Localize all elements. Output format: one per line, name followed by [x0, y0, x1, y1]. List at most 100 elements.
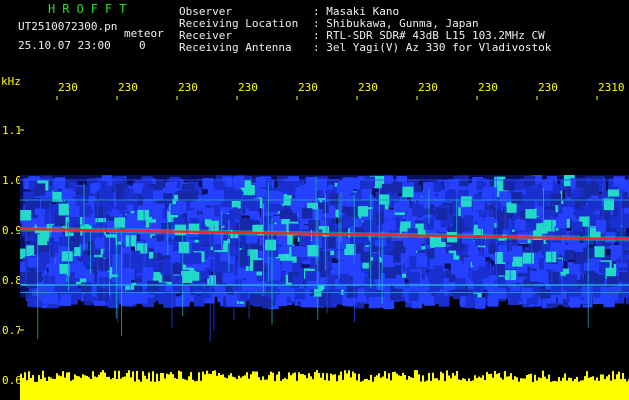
noise-pixel — [175, 296, 187, 307]
noise-pixel — [26, 277, 37, 289]
amplitude-bar — [236, 379, 238, 385]
amplitude-bar — [480, 377, 482, 385]
amplitude-bar — [510, 373, 512, 385]
meteor-streak — [83, 183, 85, 252]
meteor-streak — [509, 217, 511, 289]
noise-pixel — [269, 269, 281, 281]
amplitude-bar — [216, 375, 218, 385]
noise-pixel — [307, 245, 319, 257]
noise-pixel — [176, 201, 187, 213]
amplitude-bar — [368, 380, 370, 385]
noise-pixel — [436, 208, 448, 220]
y-tick-label: 0.8 — [2, 274, 22, 287]
amplitude-bar — [150, 381, 152, 385]
noise-pixel — [58, 236, 70, 247]
amplitude-bar — [78, 376, 80, 385]
noise-pixel — [152, 190, 164, 201]
amplitude-bar — [92, 371, 94, 385]
noise-pixel — [570, 263, 581, 275]
amplitude-bar — [312, 379, 314, 385]
amplitude-bar — [626, 381, 628, 385]
meteor-streak — [456, 198, 458, 240]
noise-pixel — [304, 187, 316, 199]
meteor-streak — [543, 187, 544, 229]
meteor-streak — [233, 234, 235, 321]
amplitude-bar — [346, 373, 348, 385]
noise-pixel — [246, 270, 257, 282]
amplitude-bar — [560, 380, 562, 385]
noise-pixel — [571, 221, 583, 232]
amplitude-bar — [176, 378, 178, 385]
amplitude-bar — [528, 374, 530, 385]
noise-pixel — [226, 296, 237, 307]
noise-pixel — [147, 280, 159, 292]
noise-pixel — [142, 186, 153, 198]
noise-pixel — [556, 217, 567, 229]
amplitude-bar — [430, 380, 432, 385]
noise-pixel — [391, 182, 403, 194]
amplitude-bar — [128, 370, 130, 385]
noise-pixel — [564, 250, 575, 260]
amplitude-bar — [120, 378, 122, 385]
noise-pixel — [583, 247, 595, 258]
noise-pixel — [514, 219, 526, 231]
noise-pixel — [475, 297, 486, 309]
noise-pixel — [458, 175, 469, 187]
noise-pixel — [363, 220, 374, 231]
amplitude-bar — [280, 380, 282, 385]
noise-pixel — [239, 255, 251, 267]
antenna-value: : 3el Yagi(V) Az 330 for Vladivostok — [313, 41, 552, 54]
amplitude-bar — [374, 376, 376, 385]
amplitude-bar — [498, 373, 500, 385]
amplitude-bar — [84, 375, 86, 385]
noise-pixel — [350, 263, 361, 275]
amplitude-bar — [34, 381, 36, 385]
amplitude-bar — [158, 381, 160, 385]
amplitude-bar — [154, 381, 156, 385]
noise-pixel — [613, 176, 625, 187]
amplitude-bar — [380, 377, 382, 385]
amplitude-bar — [544, 376, 546, 385]
amplitude-bar — [184, 379, 186, 385]
amplitude-bar — [418, 374, 420, 385]
amplitude-bar — [570, 378, 572, 385]
noise-pixel — [161, 193, 173, 204]
y-unit-label: kHz — [1, 75, 21, 88]
noise-pixel — [473, 200, 485, 211]
noise-pixel — [339, 273, 350, 286]
amplitude-bar — [234, 377, 236, 385]
amplitude-bar — [416, 370, 418, 385]
amplitude-bar — [522, 378, 524, 385]
amplitude-bar — [436, 378, 438, 385]
amplitude-bar — [56, 373, 58, 385]
amplitude-bar — [168, 374, 170, 385]
amplitude-bar — [116, 379, 118, 385]
amplitude-bar — [540, 378, 542, 385]
noise-pixel — [60, 294, 72, 306]
amplitude-bar — [302, 374, 304, 385]
noise-pixel — [70, 288, 82, 300]
amplitude-bar — [298, 372, 300, 385]
noise-pixel — [123, 188, 134, 199]
amplitude-bar — [582, 380, 584, 385]
amplitude-bar — [406, 379, 408, 385]
amplitude-bar — [604, 379, 606, 385]
noise-pixel — [357, 206, 369, 217]
amplitude-bar — [556, 381, 558, 385]
amplitude-bar — [36, 381, 38, 385]
amplitude-bar — [232, 376, 234, 385]
amplitude-bar — [316, 370, 318, 385]
amplitude-bar — [60, 376, 62, 385]
amplitude-bar — [96, 377, 98, 385]
amplitude-bar — [336, 381, 338, 385]
amplitude-bar — [250, 374, 252, 385]
amplitude-bar — [340, 371, 342, 385]
amplitude-bar — [308, 373, 310, 385]
amplitude-bar — [198, 372, 200, 385]
meteor-streak — [263, 203, 264, 293]
amplitude-bar — [218, 373, 220, 385]
noise-pixel — [27, 257, 39, 268]
meteor-streak — [248, 230, 250, 319]
amplitude-bar — [124, 376, 126, 385]
amplitude-bar — [554, 380, 556, 385]
